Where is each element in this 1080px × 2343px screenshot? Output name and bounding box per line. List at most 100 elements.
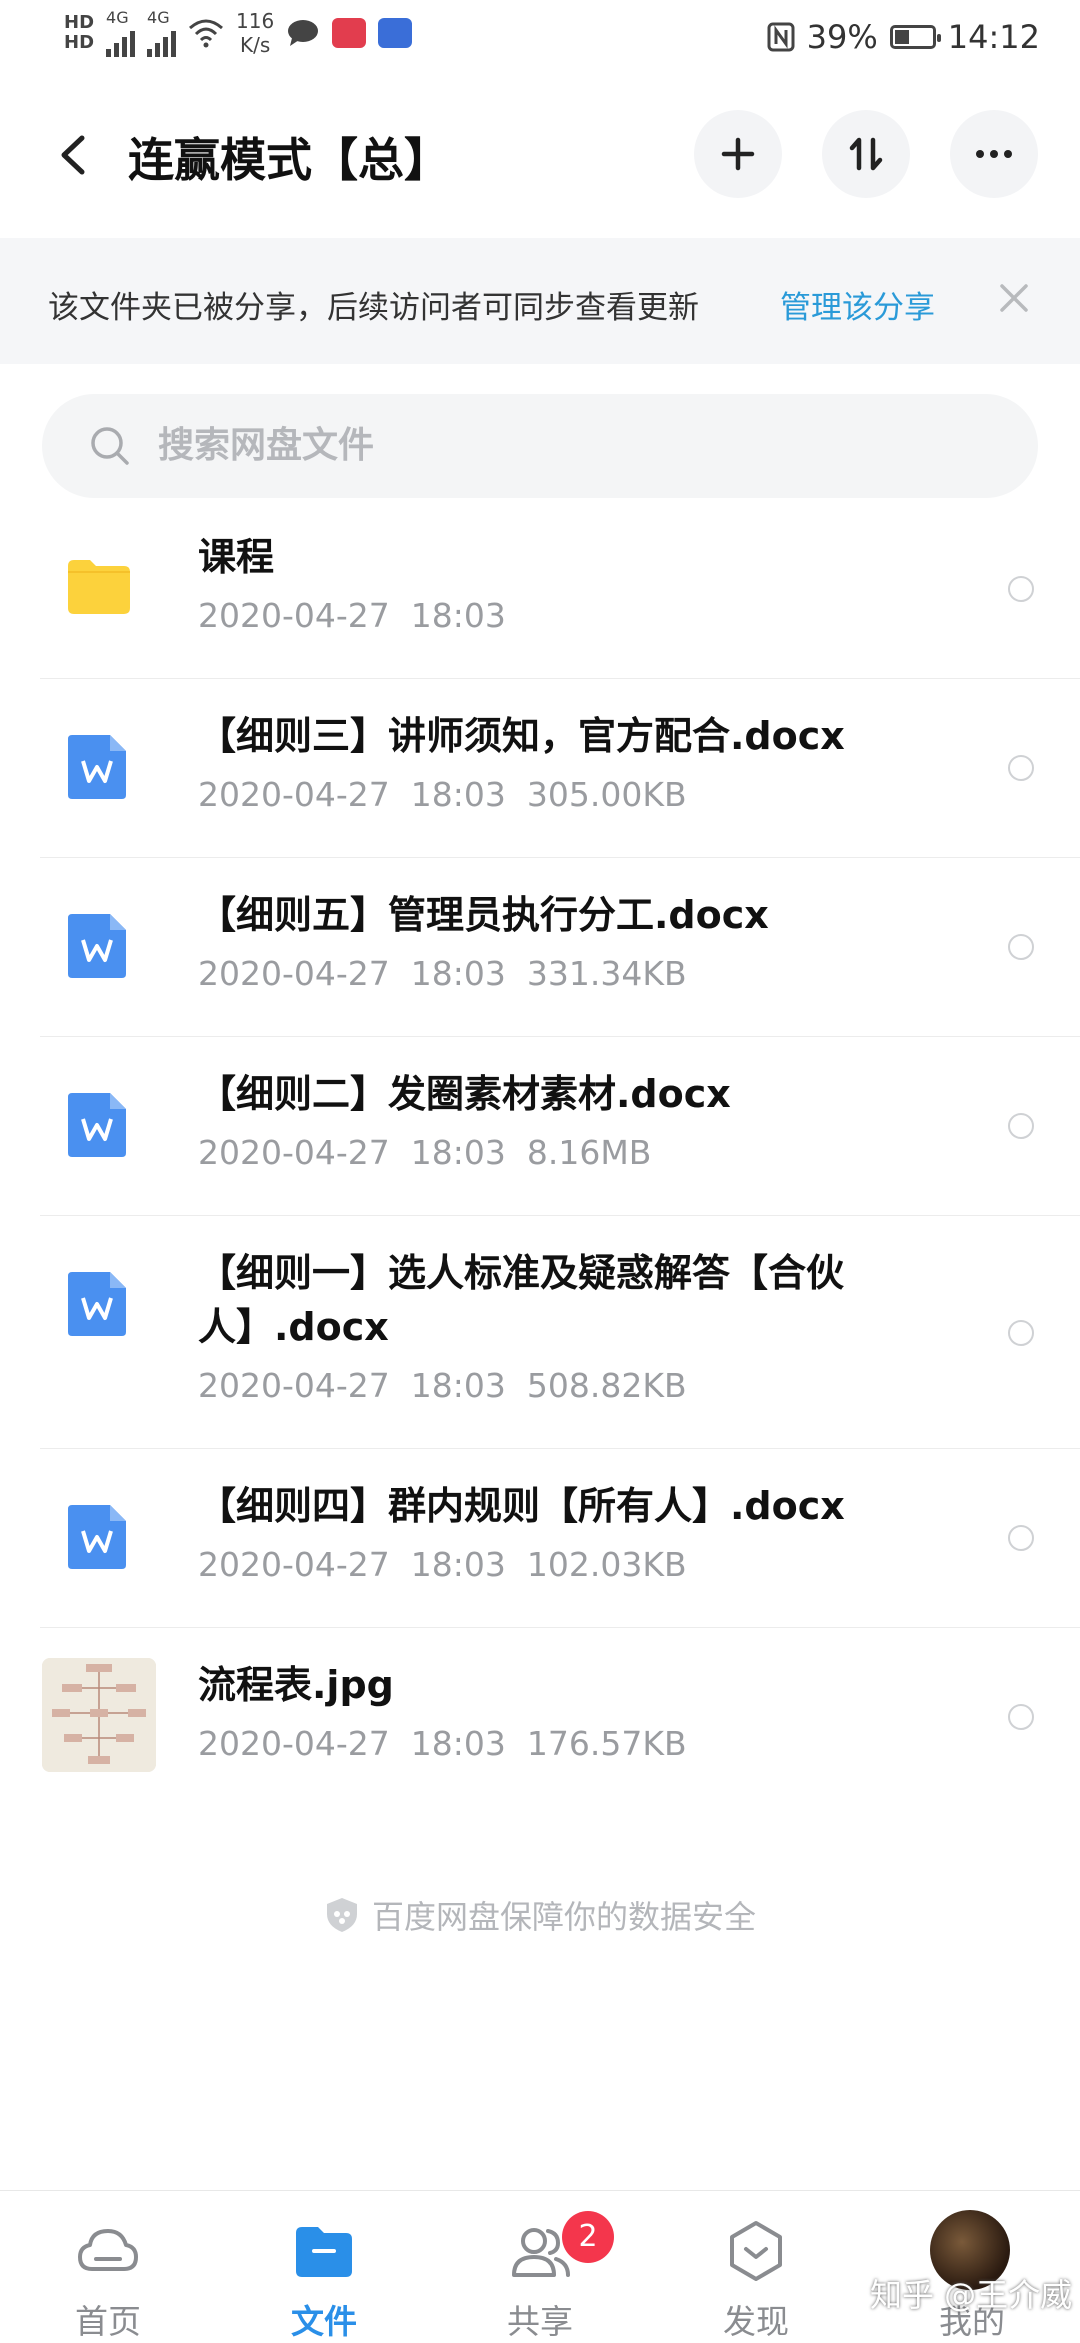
select-checkbox[interactable] xyxy=(1008,576,1034,602)
file-size: 176.57KB xyxy=(526,1724,687,1763)
file-size: 102.03KB xyxy=(526,1545,687,1584)
list-item[interactable]: 【细则三】讲师须知，官方配合.docx 2020-04-27 18:03 305… xyxy=(40,679,1080,858)
file-meta: 2020-04-27 18:03 331.34KB xyxy=(198,954,687,993)
cloud-icon xyxy=(78,2229,138,2271)
shield-icon xyxy=(326,1898,357,1932)
signal-1: 4G xyxy=(106,8,136,57)
file-name: 流程表.jpg xyxy=(198,1663,394,1707)
file-date: 2020-04-27 xyxy=(198,775,390,814)
sort-button[interactable] xyxy=(822,110,910,198)
nav-share-label: 共享 xyxy=(507,2302,573,2341)
net1-label: 4G xyxy=(106,8,129,27)
file-date: 2020-04-27 xyxy=(198,1133,390,1172)
select-checkbox[interactable] xyxy=(1008,1704,1034,1730)
app-icon xyxy=(378,17,413,48)
list-item[interactable]: 【细则一】选人标准及疑惑解答【合伙人】.docx 2020-04-27 18:0… xyxy=(40,1216,1080,1449)
list-item[interactable]: 课程 2020-04-27 18:03 xyxy=(40,500,1080,679)
security-note: 百度网盘保障你的数据安全 xyxy=(0,1892,1080,1938)
more-button[interactable] xyxy=(950,110,1038,198)
file-time: 18:03 xyxy=(410,1133,506,1172)
file-meta: 2020-04-27 18:03 305.00KB xyxy=(198,775,687,814)
nav-files[interactable]: 文件 xyxy=(216,2191,432,2341)
plus-icon xyxy=(721,137,755,171)
share-banner-text: 该文件夹已被分享，后续访问者可同步查看更新 xyxy=(48,290,699,326)
file-date: 2020-04-27 xyxy=(198,1545,390,1584)
hd2-label: HD xyxy=(64,31,95,53)
file-date: 2020-04-27 xyxy=(198,954,390,993)
file-name: 【细则二】发圈素材素材.docx xyxy=(198,1072,731,1116)
search-icon xyxy=(91,427,129,465)
nav-home[interactable]: 首页 xyxy=(0,2191,216,2341)
select-checkbox[interactable] xyxy=(1008,934,1034,960)
file-name: 【细则一】选人标准及疑惑解答【合伙人】.docx xyxy=(198,1251,845,1349)
share-banner: 该文件夹已被分享，后续访问者可同步查看更新 管理该分享 xyxy=(0,238,1080,364)
file-size: 8.16MB xyxy=(526,1133,652,1172)
list-item[interactable]: 【细则四】群内规则【所有人】.docx 2020-04-27 18:03 102… xyxy=(40,1449,1080,1628)
page-title: 连赢模式【总】 xyxy=(128,133,450,187)
file-time: 18:03 xyxy=(410,954,506,993)
add-button[interactable] xyxy=(694,110,782,198)
word-document-icon xyxy=(68,735,126,799)
nav-share[interactable]: 2 共享 xyxy=(432,2191,648,2341)
file-time: 18:03 xyxy=(410,1366,506,1405)
net2-label: 4G xyxy=(147,8,170,27)
discover-hexagon-icon xyxy=(730,2221,782,2281)
signal-bars-icon xyxy=(106,27,136,57)
word-document-icon xyxy=(68,1505,126,1569)
file-name: 课程 xyxy=(198,535,275,579)
list-item[interactable]: 流程表.jpg 2020-04-27 18:03 176.57KB xyxy=(40,1628,1080,1806)
close-icon[interactable] xyxy=(996,280,1032,316)
nav-discover-label: 发现 xyxy=(723,2302,789,2341)
search-input[interactable]: 搜索网盘文件 xyxy=(158,416,958,476)
word-document-icon xyxy=(68,1272,126,1336)
sort-arrows-icon xyxy=(849,137,883,171)
nav-files-label: 文件 xyxy=(291,2302,357,2341)
folder-filled-icon xyxy=(296,2227,352,2277)
file-time: 18:03 xyxy=(410,1545,506,1584)
clock: 14:12 xyxy=(947,18,1040,56)
flowchart-thumbnail-icon xyxy=(42,1658,156,1772)
top-app-bar: 连赢模式【总】 xyxy=(0,110,1080,200)
search-bar[interactable]: 搜索网盘文件 xyxy=(42,394,1038,498)
file-name: 【细则五】管理员执行分工.docx xyxy=(198,893,769,937)
wifi-icon xyxy=(189,19,224,47)
select-checkbox[interactable] xyxy=(1008,1113,1034,1139)
hd1-label: HD xyxy=(64,11,95,33)
net-speed: 116 K/s xyxy=(236,9,274,57)
nav-home-label: 首页 xyxy=(75,2302,141,2341)
file-meta: 2020-04-27 18:03 xyxy=(198,596,506,635)
file-date: 2020-04-27 xyxy=(198,1366,390,1405)
net-speed-value: 116 xyxy=(236,8,275,33)
file-size: 331.34KB xyxy=(526,954,687,993)
word-document-icon xyxy=(68,1093,126,1157)
bottom-nav: 首页 文件 2 共享 发现 我的 xyxy=(0,2190,1080,2341)
nav-discover[interactable]: 发现 xyxy=(648,2191,864,2341)
file-meta: 2020-04-27 18:03 8.16MB xyxy=(198,1133,651,1172)
battery-icon xyxy=(889,25,941,49)
select-checkbox[interactable] xyxy=(1008,1525,1034,1551)
select-checkbox[interactable] xyxy=(1008,1320,1034,1346)
back-arrow-icon[interactable] xyxy=(50,130,100,180)
word-document-icon xyxy=(68,914,126,978)
share-badge: 2 xyxy=(562,2211,614,2263)
message-icon xyxy=(288,19,319,46)
hd-indicators: HD HD xyxy=(64,11,95,53)
battery-percent: 39% xyxy=(806,18,878,56)
file-time: 18:03 xyxy=(410,596,506,635)
status-bar: HD HD 4G 4G 116 K/s 39% 14:12 xyxy=(0,0,1080,80)
list-item[interactable]: 【细则五】管理员执行分工.docx 2020-04-27 18:03 331.3… xyxy=(40,858,1080,1037)
file-time: 18:03 xyxy=(410,775,506,814)
manage-share-link[interactable]: 管理该分享 xyxy=(780,282,935,327)
select-checkbox[interactable] xyxy=(1008,755,1034,781)
file-name: 【细则三】讲师须知，官方配合.docx xyxy=(198,714,845,758)
file-size: 508.82KB xyxy=(526,1366,687,1405)
watermark: 知乎 @王介威 xyxy=(870,2276,1073,2314)
nfc-icon xyxy=(767,22,795,52)
folder-icon xyxy=(68,560,130,614)
list-item[interactable]: 【细则二】发圈素材素材.docx 2020-04-27 18:03 8.16MB xyxy=(40,1037,1080,1216)
signal-bars-icon xyxy=(147,27,177,57)
image-thumbnail xyxy=(42,1658,156,1772)
file-date: 2020-04-27 xyxy=(198,596,390,635)
more-dots-icon xyxy=(976,150,1012,158)
file-size: 305.00KB xyxy=(526,775,687,814)
